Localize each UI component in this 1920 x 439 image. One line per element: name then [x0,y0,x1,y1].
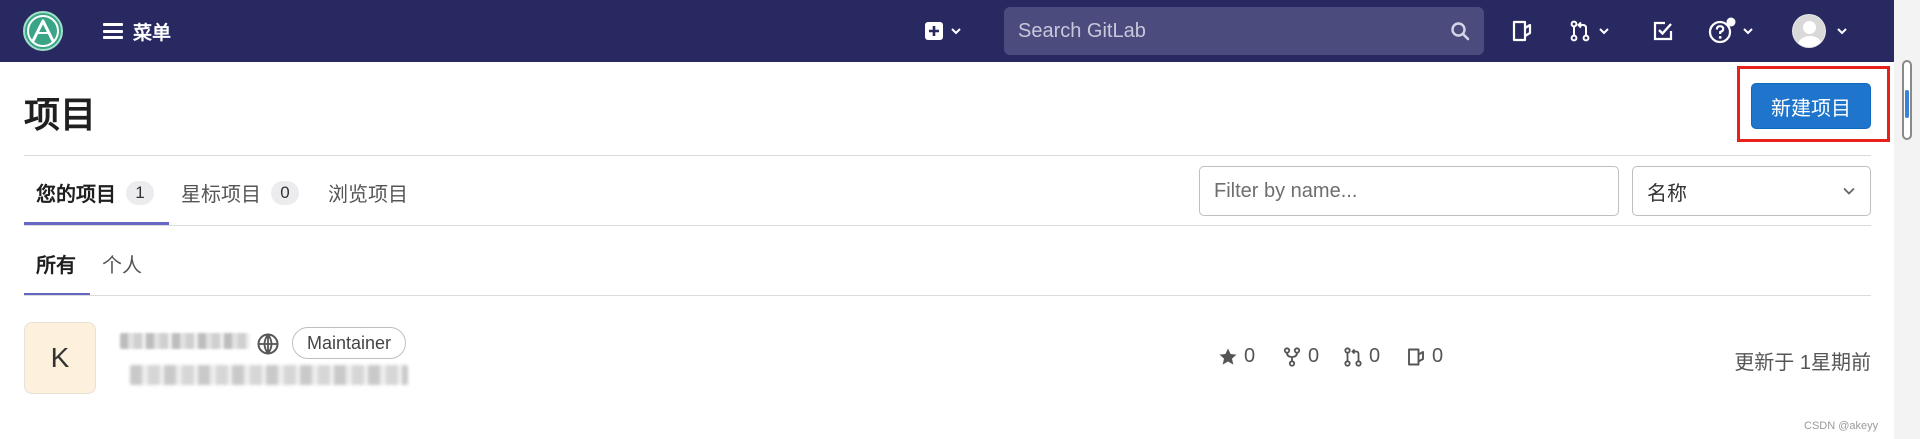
tab-label: 您的项目 [36,184,116,206]
help-question-icon [1708,17,1736,44]
subtab-label: 所有 [36,255,76,277]
project-name-redacted[interactable] [120,333,250,349]
search-input[interactable] [1018,19,1450,43]
chevron-down-icon [951,28,961,35]
new-project-button[interactable]: 新建项目 [1751,83,1871,129]
tab-explore-projects[interactable]: 浏览项目 [328,178,408,207]
page-scrollbar[interactable] [1894,0,1920,439]
divider [24,225,1871,226]
globe-public-icon [257,333,279,355]
merge-requests-dropdown[interactable] [1568,14,1610,48]
project-updated-time: 更新于 1星期前 [1734,352,1871,374]
project-description-redacted [130,365,408,385]
create-new-dropdown[interactable] [924,14,962,48]
merge-request-icon [1570,20,1590,42]
todo-button[interactable] [1652,14,1674,48]
tab-starred-projects[interactable]: 星标项目 0 [181,178,299,207]
user-menu-dropdown[interactable] [1792,14,1848,48]
divider [24,295,1871,296]
chevron-down-icon [1599,28,1609,35]
sort-select[interactable]: 名称 [1632,166,1871,216]
subtab-label: 个人 [102,255,142,277]
search-icon [1451,22,1470,41]
project-merge-requests[interactable]: 0 [1343,345,1380,368]
chevron-down-icon [1837,28,1847,35]
project-issues[interactable]: 0 [1406,345,1443,368]
merge-requests-count: 0 [1369,345,1381,367]
scrollbar-thumb[interactable] [1902,60,1912,140]
global-search[interactable] [1004,7,1484,55]
tab-label: 浏览项目 [328,184,408,206]
fork-icon [1283,346,1301,367]
chevron-down-icon [1843,187,1855,195]
filter-by-name-input[interactable] [1199,166,1619,216]
chevron-down-icon [1743,28,1753,35]
watermark-text: CSDN @akeyy [1804,420,1879,432]
role-badge: Maintainer [292,327,407,359]
project-stars[interactable]: 0 [1218,345,1255,368]
todo-check-icon [1653,21,1673,41]
main-menu-label: 菜单 [133,22,172,44]
tab-label: 星标项目 [181,184,261,206]
issues-count: 0 [1432,345,1444,367]
page-title: 项目 [24,94,97,135]
issues-icon [1408,348,1424,365]
subtab-personal[interactable]: 个人 [102,249,142,278]
avatar [1792,14,1826,48]
tab-your-projects[interactable]: 您的项目 1 [36,178,154,207]
divider [24,155,1871,156]
star-icon [1219,348,1237,365]
gitlab-logo-icon[interactable] [20,10,66,52]
count-badge: 1 [126,180,154,205]
issues-button[interactable] [1510,14,1534,48]
plus-square-icon [925,22,943,40]
count-badge: 0 [271,180,299,205]
subtab-all[interactable]: 所有 [36,249,76,278]
issues-icon [1512,20,1532,42]
project-forks[interactable]: 0 [1282,345,1319,368]
top-navigation-bar: 菜单 [0,0,1894,62]
hamburger-icon [103,23,123,39]
help-dropdown[interactable] [1708,14,1754,48]
main-menu-button[interactable]: 菜单 [103,16,171,46]
merge-request-icon [1344,346,1362,367]
project-avatar[interactable]: K [24,322,96,394]
sort-selected-value: 名称 [1647,182,1687,205]
stars-count: 0 [1244,345,1256,367]
forks-count: 0 [1308,345,1320,367]
